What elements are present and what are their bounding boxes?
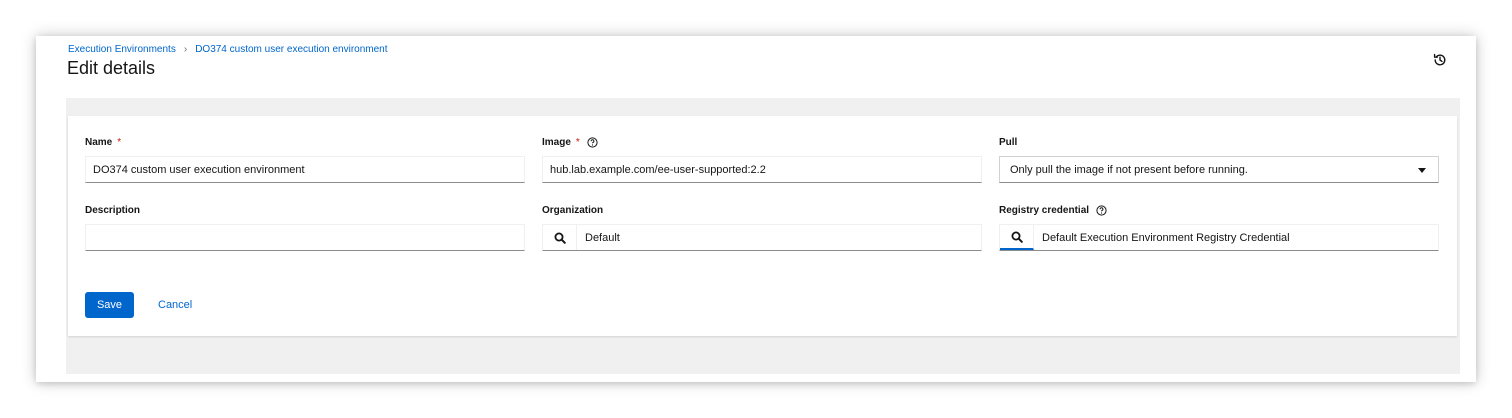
registry-credential-lookup[interactable]: Default Execution Environment Registry C… bbox=[999, 224, 1439, 251]
image-label-text: Image bbox=[542, 137, 571, 148]
pull-label-text: Pull bbox=[999, 137, 1018, 148]
pull-select[interactable]: Only pull the image if not present befor… bbox=[999, 156, 1439, 183]
chevron-right-icon: › bbox=[183, 44, 188, 55]
edit-form-card: Name * DO374 custom user execution envir… bbox=[68, 116, 1457, 336]
save-button[interactable]: Save bbox=[85, 292, 134, 318]
page-header: Execution Environments › DO374 custom us… bbox=[36, 36, 1476, 98]
registry-credential-lookup-value: Default Execution Environment Registry C… bbox=[1042, 231, 1290, 244]
image-input[interactable]: hub.lab.example.com/ee-user-supported:2.… bbox=[542, 156, 982, 183]
caret-down-icon bbox=[1418, 168, 1426, 173]
breadcrumb: Execution Environments › DO374 custom us… bbox=[68, 44, 388, 55]
search-icon[interactable] bbox=[1000, 225, 1034, 250]
organization-lookup[interactable]: Default bbox=[542, 224, 982, 251]
required-marker: * bbox=[575, 137, 580, 148]
image-label: Image * bbox=[542, 137, 598, 148]
breadcrumb-link-current-environment[interactable]: DO374 custom user execution environment bbox=[195, 44, 387, 55]
description-label: Description bbox=[85, 205, 140, 216]
help-icon[interactable] bbox=[587, 137, 598, 148]
page-title: Edit details bbox=[67, 58, 156, 78]
name-label: Name * bbox=[85, 137, 121, 148]
organization-label-text: Organization bbox=[542, 205, 604, 216]
pull-select-value: Only pull the image if not present befor… bbox=[1010, 163, 1248, 176]
description-input[interactable] bbox=[85, 224, 525, 251]
cancel-button[interactable]: Cancel bbox=[150, 292, 200, 318]
description-label-text: Description bbox=[85, 205, 141, 216]
pull-label: Pull bbox=[999, 137, 1017, 148]
search-icon[interactable] bbox=[543, 225, 577, 250]
organization-label: Organization bbox=[542, 205, 603, 216]
required-marker: * bbox=[117, 137, 122, 148]
help-icon[interactable] bbox=[1096, 205, 1107, 216]
name-input-value: DO374 custom user execution environment bbox=[93, 163, 305, 176]
breadcrumb-link-execution-environments[interactable]: Execution Environments bbox=[68, 44, 176, 55]
app-window: Execution Environments › DO374 custom us… bbox=[36, 36, 1476, 382]
registry-credential-label: Registry credential bbox=[999, 205, 1107, 216]
image-input-value: hub.lab.example.com/ee-user-supported:2.… bbox=[550, 163, 766, 176]
name-input[interactable]: DO374 custom user execution environment bbox=[85, 156, 525, 183]
history-icon[interactable] bbox=[1432, 52, 1448, 68]
registry-credential-label-text: Registry credential bbox=[999, 205, 1090, 216]
name-label-text: Name bbox=[85, 137, 113, 148]
organization-lookup-value: Default bbox=[585, 231, 620, 244]
